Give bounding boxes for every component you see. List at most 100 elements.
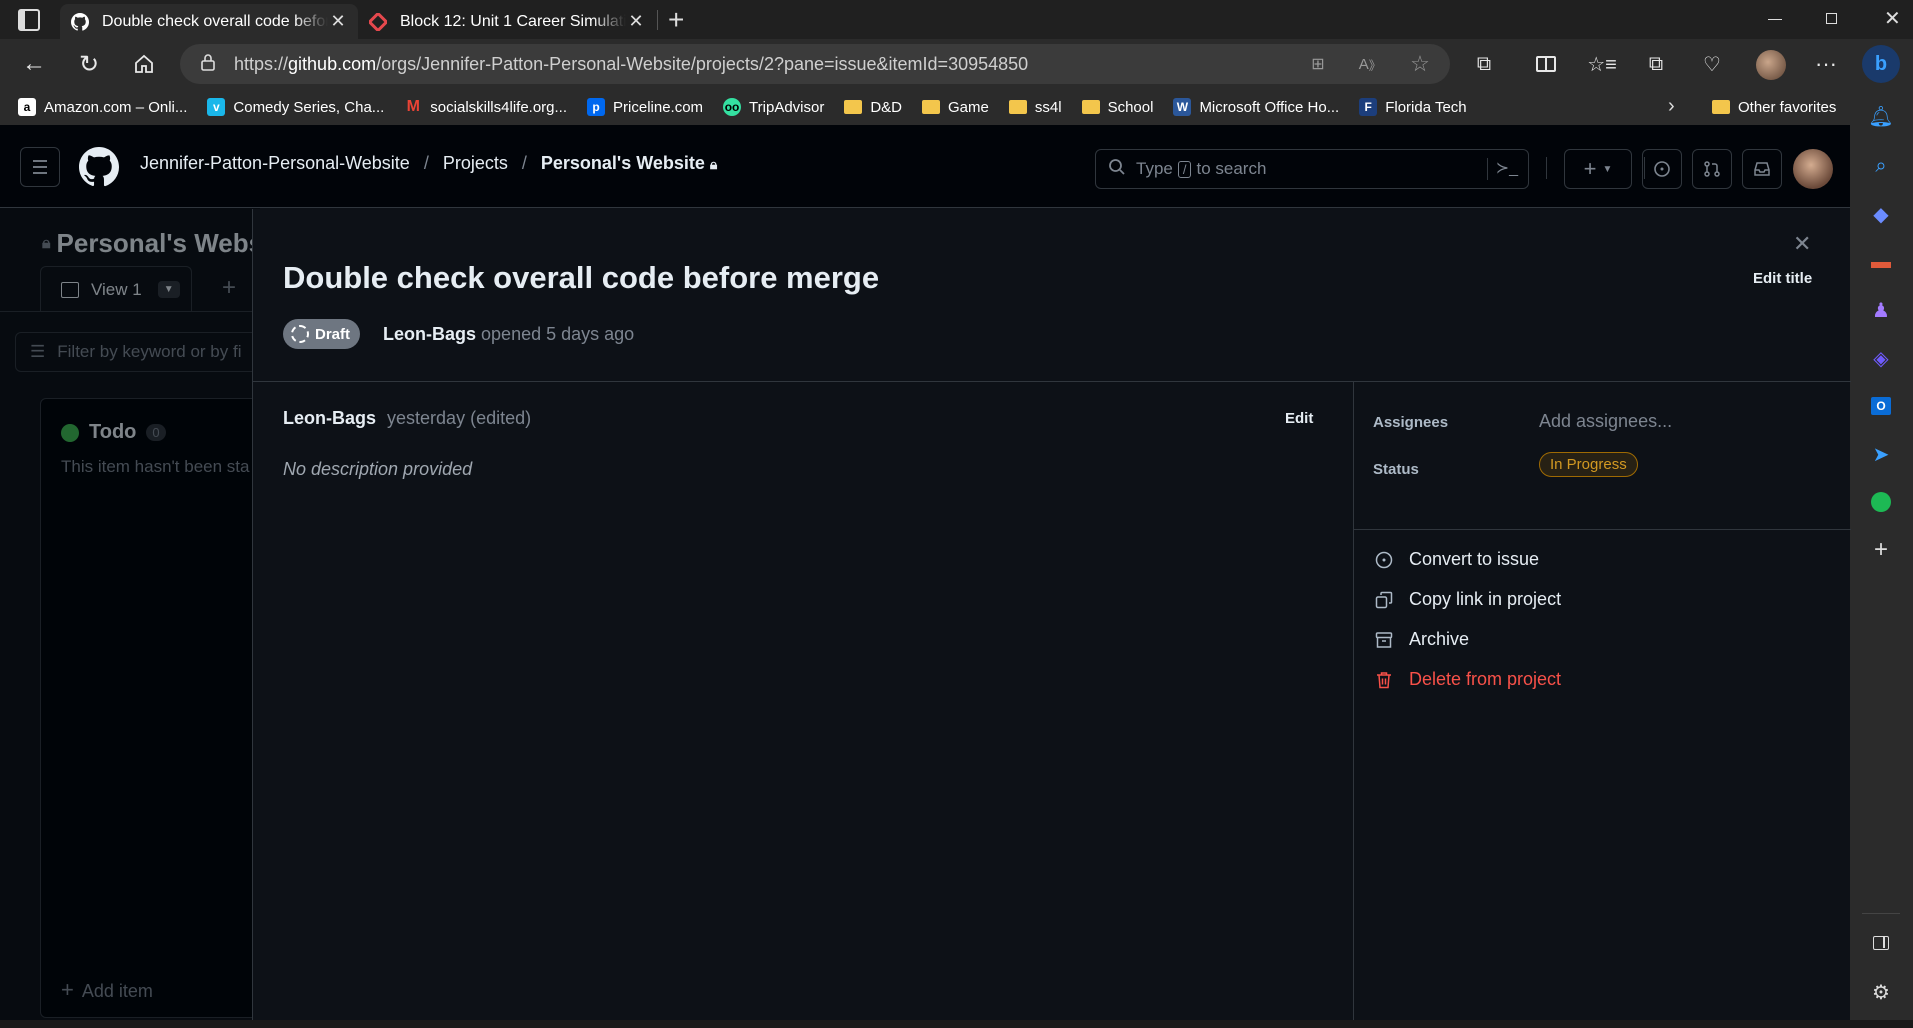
split-screen-icon[interactable]	[1528, 46, 1564, 82]
gmail-icon: M	[406, 98, 420, 115]
read-aloud-icon[interactable]: A 》	[1352, 46, 1388, 82]
draft-circle-icon	[291, 325, 309, 343]
item-author-link[interactable]: Leon-Bags	[383, 324, 476, 344]
app-available-icon[interactable]: ⊞	[1300, 46, 1336, 82]
bookmark-folder-ss4l[interactable]: ss4l	[1008, 98, 1062, 116]
word-icon: W	[1173, 98, 1192, 116]
github-logo-icon[interactable]	[79, 147, 120, 192]
command-palette-icon[interactable]: ≻_	[1496, 158, 1518, 178]
item-opened-text: opened 5 days ago	[481, 324, 635, 344]
home-icon[interactable]	[126, 46, 162, 82]
user-avatar[interactable]	[1793, 149, 1833, 189]
amazon-icon: a	[18, 98, 36, 116]
search-sidebar-icon[interactable]: ⌕	[1864, 149, 1898, 183]
bookmark-vimeo[interactable]: v Comedy Series, Cha...	[207, 98, 384, 116]
bookmark-amazon[interactable]: a Amazon.com – Onli...	[18, 98, 187, 116]
pull-requests-button[interactable]	[1692, 149, 1732, 189]
create-new-button[interactable]: + ▼	[1564, 149, 1632, 189]
refresh-icon[interactable]: ↻	[71, 46, 107, 82]
spotify-icon[interactable]	[1864, 485, 1898, 519]
florida-tech-icon: F	[1359, 98, 1378, 116]
comment-header: Leon-Bags yesterday (edited)	[283, 408, 531, 429]
assignees-field[interactable]: Add assignees...	[1539, 411, 1672, 432]
sidebar-settings-gear-icon[interactable]: ⚙	[1864, 975, 1898, 1009]
close-panel-icon[interactable]: ✕	[1793, 231, 1811, 257]
tab-actions-icon[interactable]	[18, 9, 40, 31]
header-divider	[1546, 157, 1547, 179]
edit-comment-button[interactable]: Edit	[1285, 410, 1313, 427]
block-favicon-icon	[368, 12, 388, 32]
status-field[interactable]: In Progress	[1539, 452, 1638, 477]
edit-title-button[interactable]: Edit title	[1753, 270, 1812, 287]
minimize-icon[interactable]	[1768, 19, 1782, 20]
tab-career-sim[interactable]: Block 12: Unit 1 Career Simulation ✕	[358, 4, 656, 39]
bookmark-folder-game[interactable]: Game	[922, 98, 989, 116]
close-window-icon[interactable]: ✕	[1884, 6, 1901, 31]
collections-icon[interactable]: ⧉	[1638, 46, 1674, 82]
favorites-icon[interactable]: ☆≡	[1584, 46, 1620, 82]
breadcrumb-project-link[interactable]: Personal's Website 🔒︎	[541, 153, 717, 174]
bookmark-priceline[interactable]: p Priceline.com	[587, 98, 703, 116]
tab-github[interactable]: Double check overall code before merge ✕	[60, 4, 358, 39]
profile-avatar[interactable]	[1756, 50, 1786, 80]
outlook-icon[interactable]: O	[1864, 389, 1898, 423]
trash-icon	[1373, 671, 1395, 689]
folder-icon	[1081, 98, 1100, 116]
more-bookmarks-chevron-icon[interactable]: ›	[1668, 95, 1675, 118]
bookmark-office[interactable]: W Microsoft Office Ho...	[1173, 98, 1339, 116]
address-bar[interactable]: https://github.com/orgs/Jennifer-Patton-…	[180, 44, 1450, 84]
breadcrumb-projects-link[interactable]: Projects	[443, 153, 508, 174]
sidebar-divider	[1862, 913, 1900, 914]
performance-icon[interactable]: ♡	[1694, 46, 1730, 82]
hamburger-menu-button[interactable]	[20, 147, 60, 187]
vimeo-icon: v	[207, 98, 226, 116]
more-options-icon[interactable]: ···	[1808, 46, 1844, 82]
convert-to-issue-button[interactable]: Convert to issue	[1373, 549, 1539, 570]
breadcrumb-org-link[interactable]: Jennifer-Patton-Personal-Website	[140, 153, 410, 174]
close-tab-icon[interactable]: ✕	[328, 11, 348, 32]
games-icon[interactable]: ♟	[1864, 293, 1898, 327]
shopping-tag-icon[interactable]: ◆	[1864, 197, 1898, 231]
panel-divider	[253, 381, 1851, 382]
restore-icon[interactable]	[1826, 13, 1837, 24]
add-sidebar-app-icon[interactable]: +	[1864, 533, 1898, 567]
modal-backdrop[interactable]	[0, 208, 260, 1020]
send-drop-icon[interactable]: ➤	[1864, 437, 1898, 471]
hide-sidebar-icon[interactable]	[1864, 926, 1898, 960]
folder-icon	[1712, 98, 1730, 116]
breadcrumb-separator: /	[423, 153, 429, 173]
item-meta: Leon-Bags opened 5 days ago	[383, 324, 634, 345]
issues-button[interactable]	[1642, 149, 1682, 189]
tools-briefcase-icon[interactable]: ▬	[1864, 245, 1898, 279]
github-page: Jennifer-Patton-Personal-Website / Proje…	[0, 125, 1851, 1020]
inbox-button[interactable]	[1742, 149, 1782, 189]
notifications-bell-icon[interactable]: 🔔︎	[1864, 99, 1898, 133]
extensions-icon[interactable]: ⧉	[1466, 46, 1502, 82]
delete-from-project-button[interactable]: Delete from project	[1373, 669, 1561, 690]
bookmark-folder-school[interactable]: School	[1081, 98, 1153, 116]
bookmark-gmail[interactable]: Msocialskills4life.org...	[404, 98, 567, 116]
favorite-star-icon[interactable]: ☆	[1402, 46, 1438, 82]
bookmark-tripadvisor[interactable]: oo TripAdvisor	[723, 98, 824, 116]
tab-divider	[657, 10, 658, 30]
url-text: https://github.com/orgs/Jennifer-Patton-…	[234, 53, 1029, 74]
status-badge: In Progress	[1539, 452, 1638, 477]
archive-button[interactable]: Archive	[1373, 629, 1469, 650]
search-shortcut-key: /	[1177, 160, 1192, 178]
copy-link-button[interactable]: Copy link in project	[1373, 589, 1561, 610]
search-input[interactable]: Type / to search ≻_	[1095, 149, 1529, 189]
microsoft-365-icon[interactable]: ◈	[1864, 341, 1898, 375]
bing-copilot-icon[interactable]: b	[1862, 45, 1900, 83]
assignees-label: Assignees	[1373, 414, 1449, 431]
actions-divider	[1353, 529, 1851, 530]
comment-author-link[interactable]: Leon-Bags	[283, 408, 376, 428]
new-tab-icon[interactable]: +	[668, 4, 684, 36]
close-tab-icon[interactable]: ✕	[626, 11, 646, 32]
breadcrumb-separator: /	[521, 153, 527, 173]
bookmark-other-favorites[interactable]: Other favorites	[1712, 98, 1836, 116]
bookmark-florida-tech[interactable]: F Florida Tech	[1359, 98, 1467, 116]
bookmark-folder-dnd[interactable]: D&D	[844, 98, 902, 116]
back-icon[interactable]: ←	[16, 46, 52, 82]
item-detail-panel: ✕ Double check overall code before merge…	[252, 209, 1851, 1020]
lock-icon[interactable]	[200, 53, 216, 76]
